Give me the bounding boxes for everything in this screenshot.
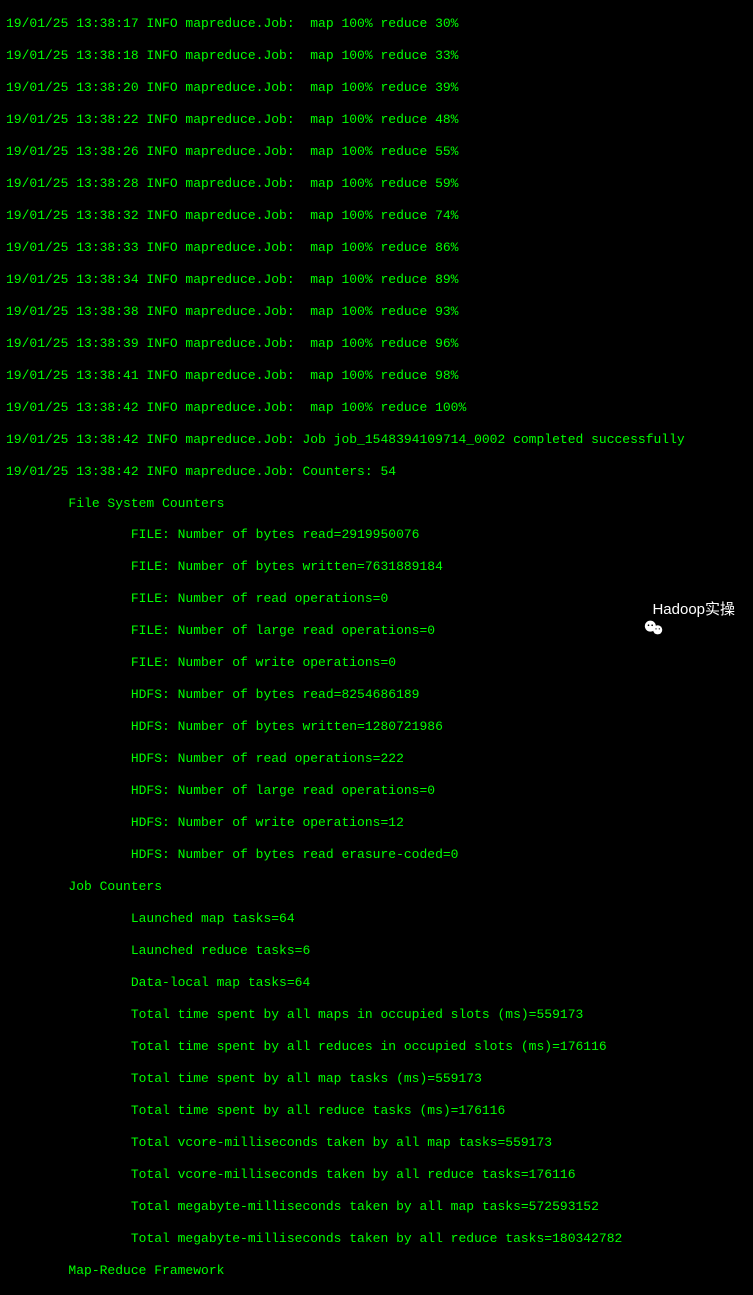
wechat-icon	[626, 599, 648, 621]
counter-line: Total time spent by all maps in occupied…	[6, 1007, 747, 1023]
counter-line: HDFS: Number of large read operations=0	[6, 783, 747, 799]
counter-line: Launched map tasks=64	[6, 911, 747, 927]
watermark: Hadoop实操	[626, 599, 735, 621]
log-line: 19/01/25 13:38:38 INFO mapreduce.Job: ma…	[6, 304, 747, 320]
log-line: 19/01/25 13:38:42 INFO mapreduce.Job: Jo…	[6, 432, 747, 448]
log-line: 19/01/25 13:38:20 INFO mapreduce.Job: ma…	[6, 80, 747, 96]
counter-line: FILE: Number of bytes read=2919950076	[6, 527, 747, 543]
counter-line: Launched reduce tasks=6	[6, 943, 747, 959]
log-line: 19/01/25 13:38:42 INFO mapreduce.Job: Co…	[6, 464, 747, 480]
counter-line: HDFS: Number of bytes written=1280721986	[6, 719, 747, 735]
counter-line: Total time spent by all map tasks (ms)=5…	[6, 1071, 747, 1087]
counter-line: FILE: Number of write operations=0	[6, 655, 747, 671]
log-line: 19/01/25 13:38:41 INFO mapreduce.Job: ma…	[6, 368, 747, 384]
counter-header: Map-Reduce Framework	[6, 1263, 747, 1279]
counter-line: FILE: Number of bytes written=7631889184	[6, 559, 747, 575]
counter-line: HDFS: Number of bytes read=8254686189	[6, 687, 747, 703]
counter-line: HDFS: Number of bytes read erasure-coded…	[6, 847, 747, 863]
counter-line: Total time spent by all reduces in occup…	[6, 1039, 747, 1055]
log-line: 19/01/25 13:38:42 INFO mapreduce.Job: ma…	[6, 400, 747, 416]
counter-line: Total vcore-milliseconds taken by all re…	[6, 1167, 747, 1183]
log-line: 19/01/25 13:38:28 INFO mapreduce.Job: ma…	[6, 176, 747, 192]
counter-header: Job Counters	[6, 879, 747, 895]
counter-line: Total vcore-milliseconds taken by all ma…	[6, 1135, 747, 1151]
counter-line: HDFS: Number of read operations=222	[6, 751, 747, 767]
counter-line: Data-local map tasks=64	[6, 975, 747, 991]
counter-line: Total megabyte-milliseconds taken by all…	[6, 1199, 747, 1215]
counter-line: Total megabyte-milliseconds taken by all…	[6, 1231, 747, 1247]
log-line: 19/01/25 13:38:17 INFO mapreduce.Job: ma…	[6, 16, 747, 32]
log-line: 19/01/25 13:38:39 INFO mapreduce.Job: ma…	[6, 336, 747, 352]
log-line: 19/01/25 13:38:22 INFO mapreduce.Job: ma…	[6, 112, 747, 128]
log-line: 19/01/25 13:38:33 INFO mapreduce.Job: ma…	[6, 240, 747, 256]
log-line: 19/01/25 13:38:18 INFO mapreduce.Job: ma…	[6, 48, 747, 64]
counter-line: HDFS: Number of write operations=12	[6, 815, 747, 831]
log-line: 19/01/25 13:38:32 INFO mapreduce.Job: ma…	[6, 208, 747, 224]
log-line: 19/01/25 13:38:26 INFO mapreduce.Job: ma…	[6, 144, 747, 160]
counter-line: Total time spent by all reduce tasks (ms…	[6, 1103, 747, 1119]
log-line: 19/01/25 13:38:34 INFO mapreduce.Job: ma…	[6, 272, 747, 288]
counter-header: File System Counters	[6, 496, 747, 512]
terminal-output: 19/01/25 13:38:17 INFO mapreduce.Job: ma…	[0, 0, 753, 1295]
